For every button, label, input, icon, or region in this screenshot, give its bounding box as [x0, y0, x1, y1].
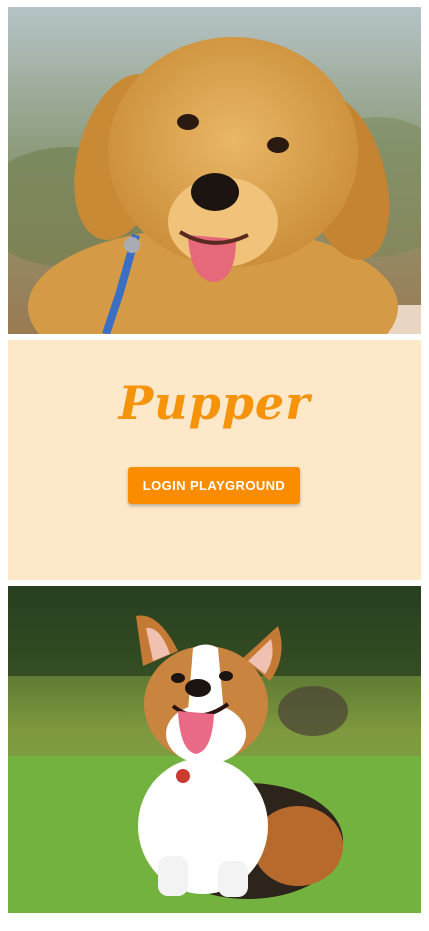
golden-retriever-illustration — [8, 7, 421, 334]
corgi-illustration — [8, 586, 421, 913]
brand-title: Pupper — [118, 376, 311, 430]
login-playground-button[interactable]: LOGIN PLAYGROUND — [128, 467, 300, 504]
golden-retriever-photo — [8, 7, 421, 334]
corgi-photo — [8, 586, 421, 913]
